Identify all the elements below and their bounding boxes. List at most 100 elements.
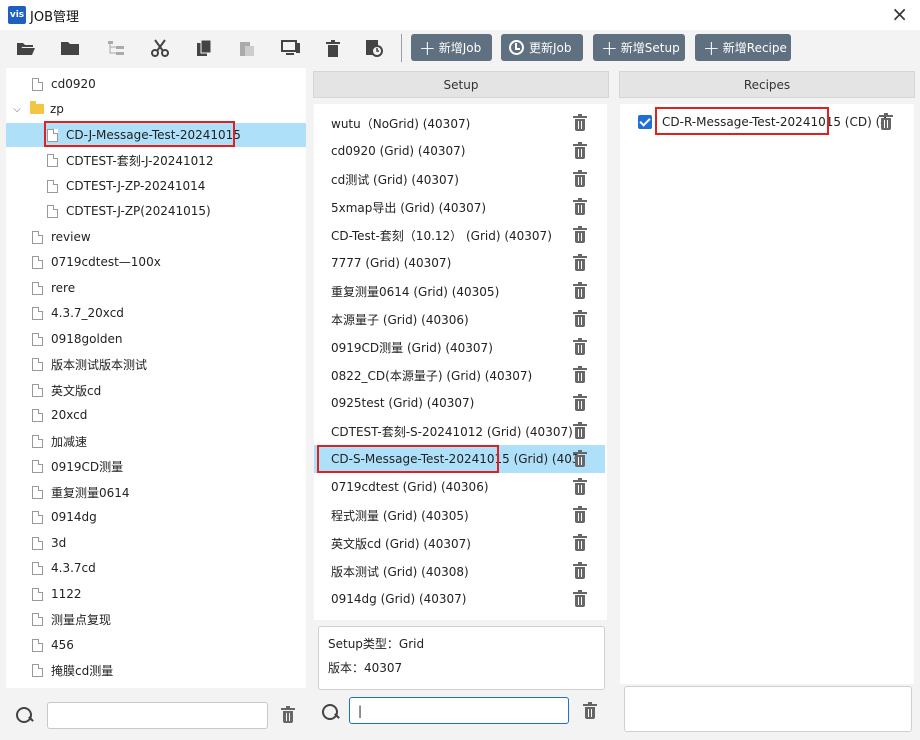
trash-icon[interactable] (573, 394, 587, 412)
chevron-down-icon[interactable]: ⌵ (12, 104, 22, 115)
trash-icon[interactable] (573, 226, 587, 244)
file-icon (32, 459, 43, 473)
tree-item[interactable]: 0919CD测量 (6, 454, 306, 478)
trash-icon[interactable] (573, 142, 587, 160)
list-item[interactable]: 0914dg (Grid) (40307) (314, 585, 605, 613)
tree-item[interactable]: 4.3.7cd (6, 556, 306, 580)
add-recipe-button[interactable]: + 新增Recipe (695, 34, 791, 61)
recipe-checkbox[interactable] (638, 115, 652, 129)
list-item[interactable]: 程式测量 (Grid) (40305) (314, 501, 605, 529)
list-item[interactable]: 0822_CD(本源量子) (Grid) (40307) (314, 361, 605, 389)
tree-item[interactable]: 加减速 (6, 429, 306, 453)
tree-structure-icon[interactable] (104, 37, 128, 59)
delete-setup-icon[interactable] (583, 702, 597, 720)
file-icon (32, 408, 43, 422)
toolbar-separator (401, 34, 402, 62)
trash-icon[interactable] (573, 422, 587, 440)
job-search-input[interactable] (47, 702, 268, 729)
trash-icon[interactable] (573, 450, 587, 468)
file-icon (32, 230, 43, 244)
file-icon (32, 587, 43, 601)
copy-icon[interactable] (192, 37, 216, 59)
open-folder-icon[interactable] (14, 37, 38, 59)
list-item[interactable]: 5xmap导出 (Grid) (40307) (314, 193, 605, 221)
trash-icon[interactable] (573, 506, 587, 524)
list-item[interactable]: 本源量子 (Grid) (40306) (314, 305, 605, 333)
tree-item[interactable]: 1122 (6, 582, 306, 606)
trash-icon[interactable] (321, 37, 345, 59)
list-item[interactable]: 版本测试 (Grid) (40308) (314, 557, 605, 585)
trash-icon[interactable] (573, 282, 587, 300)
list-item[interactable]: 0925test (Grid) (40307) (314, 389, 605, 417)
tree-item-selected[interactable]: CD-J-Message-Test-20241015 (6, 123, 306, 147)
tree-item[interactable]: 0918golden (6, 327, 306, 351)
list-item[interactable]: cd测试 (Grid) (40307) (314, 165, 605, 193)
list-item[interactable]: 0719cdtest (Grid) (40306) (314, 473, 605, 501)
tree-item[interactable]: 版本测试版本测试 (6, 352, 306, 376)
update-job-button[interactable]: 更新Job (501, 34, 583, 61)
plus-icon: + (419, 35, 436, 60)
tree-item[interactable]: CDTEST-J-ZP-20241014 (6, 174, 306, 198)
tree-item[interactable]: 英文版cd (6, 378, 306, 402)
tree-item[interactable]: 4.3.7_20xcd (6, 301, 306, 325)
list-item-selected[interactable]: CD-S-Message-Test-20241015 (Grid) (403 (314, 445, 605, 473)
file-icon (32, 281, 43, 295)
setup-header: Setup (313, 71, 609, 98)
trash-icon[interactable] (573, 170, 587, 188)
file-icon (32, 332, 43, 346)
list-item[interactable]: 英文版cd (Grid) (40307) (314, 529, 605, 557)
file-icon (32, 255, 43, 269)
trash-icon[interactable] (573, 310, 587, 328)
close-icon[interactable]: × (891, 2, 908, 26)
trash-icon[interactable] (573, 254, 587, 272)
tree-item[interactable]: cd0920 (6, 72, 306, 96)
file-icon (32, 536, 43, 550)
add-setup-button[interactable]: + 新增Setup (593, 34, 685, 61)
tree-item[interactable]: 456 (6, 633, 306, 657)
trash-icon[interactable] (573, 366, 587, 384)
file-icon (32, 561, 43, 575)
list-item[interactable]: 7777 (Grid) (40307) (314, 249, 605, 277)
tree-item[interactable]: 0719cdtest—100x (6, 250, 306, 274)
setup-search-input[interactable] (349, 697, 569, 724)
monitor-icon[interactable] (279, 37, 303, 59)
trash-icon[interactable] (573, 590, 587, 608)
list-item[interactable]: CD-Test-套刻（10.12） (Grid) (40307) (314, 221, 605, 249)
paste-icon[interactable] (235, 37, 259, 59)
search-icon[interactable] (322, 704, 339, 721)
trash-icon[interactable] (879, 113, 893, 131)
list-item[interactable]: CD-R-Message-Test-20241015 (CD) (4 (620, 110, 914, 134)
folder-icon[interactable] (58, 37, 82, 59)
tree-item[interactable]: 重复测量0614 (6, 480, 306, 504)
search-icon[interactable] (16, 707, 33, 724)
trash-icon[interactable] (573, 534, 587, 552)
delete-job-icon[interactable] (281, 706, 295, 724)
tree-item[interactable]: CDTEST-套刻-J-20241012 (6, 148, 306, 172)
history-icon[interactable] (362, 37, 386, 59)
file-icon (32, 510, 43, 524)
tree-item[interactable]: rere (6, 276, 306, 300)
scissors-icon[interactable] (148, 37, 172, 59)
tree-item[interactable]: 测量点复现 (6, 607, 306, 631)
trash-icon[interactable] (573, 562, 587, 580)
file-icon (47, 204, 58, 218)
list-item[interactable]: CDTEST-套刻-S-20241012 (Grid) (40307) (314, 417, 605, 445)
tree-folder-zp[interactable]: ⌵ zp (6, 97, 306, 121)
tree-item[interactable]: 掩膜cd测量 (6, 658, 306, 682)
trash-icon[interactable] (573, 338, 587, 356)
trash-icon[interactable] (573, 198, 587, 216)
tree-item[interactable]: 3d (6, 531, 306, 555)
trash-icon[interactable] (573, 114, 587, 132)
tree-item[interactable]: 0914dg (6, 505, 306, 529)
tree-item[interactable]: 20xcd (6, 403, 306, 427)
file-icon (32, 612, 43, 626)
list-item[interactable]: 0919CD测量 (Grid) (40307) (314, 333, 605, 361)
tree-item[interactable]: CDTEST-J-ZP(20241015) (6, 199, 306, 223)
list-item[interactable]: cd0920 (Grid) (40307) (314, 137, 605, 165)
list-item[interactable]: wutu（NoGrid) (40307) (314, 109, 605, 137)
tree-item[interactable]: review (6, 225, 306, 249)
add-job-button[interactable]: + 新增Job (411, 34, 492, 61)
trash-icon[interactable] (573, 478, 587, 496)
list-item[interactable]: 重复测量0614 (Grid) (40305) (314, 277, 605, 305)
file-icon (32, 357, 43, 371)
